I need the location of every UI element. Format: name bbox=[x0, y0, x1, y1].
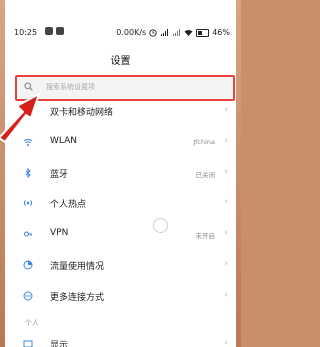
touch-indicator bbox=[153, 218, 168, 233]
settings-item-bluetooth[interactable]: 蓝牙 已关闭 › bbox=[5, 161, 236, 186]
wifi-icon bbox=[184, 29, 193, 36]
item-label: 显示 bbox=[50, 341, 69, 347]
settings-item-hotspot[interactable]: 个人热点 › bbox=[5, 191, 236, 216]
chevron-right-icon: › bbox=[224, 290, 228, 300]
item-value: 未开启 bbox=[195, 232, 216, 240]
battery-icon bbox=[196, 28, 210, 37]
item-label: VPN bbox=[50, 228, 69, 238]
vpn-icon bbox=[24, 231, 32, 237]
signal-icon bbox=[173, 28, 181, 36]
item-label: 流量使用情况 bbox=[50, 262, 105, 272]
search-input[interactable]: 搜索系统设置项 bbox=[15, 75, 235, 101]
battery-level: 46% bbox=[212, 28, 230, 37]
section-header-personal: 个人 bbox=[25, 319, 39, 327]
chevron-right-icon: › bbox=[224, 228, 228, 238]
chevron-right-icon: › bbox=[224, 105, 228, 115]
page-title: 设置 bbox=[110, 56, 131, 67]
chevron-right-icon: › bbox=[224, 338, 228, 347]
item-label: 个人热点 bbox=[50, 200, 87, 210]
item-value: Jfchina bbox=[193, 138, 215, 146]
item-value: 已关闭 bbox=[195, 171, 216, 179]
network-speed: 0.00K/s bbox=[116, 28, 147, 37]
item-label: 双卡和移动网络 bbox=[50, 108, 114, 118]
settings-item-data-usage[interactable]: 流量使用情况 › bbox=[5, 253, 236, 278]
red-arrow-annotation bbox=[0, 93, 40, 143]
signal-icon bbox=[161, 28, 169, 36]
data-usage-icon bbox=[23, 260, 33, 270]
hotspot-icon bbox=[23, 200, 33, 206]
chevron-right-icon: › bbox=[224, 136, 228, 146]
more-connections-icon bbox=[23, 291, 33, 301]
status-bar: 10:25 0.00K/s 46% bbox=[5, 24, 236, 42]
chevron-right-icon: › bbox=[224, 167, 228, 177]
settings-screen: 10:25 0.00K/s 46% 设置 搜索系统设置项 双卡和移动网络 › W… bbox=[5, 0, 236, 347]
status-notification-icons bbox=[45, 27, 64, 35]
item-label: 蓝牙 bbox=[50, 170, 69, 180]
search-placeholder: 搜索系统设置项 bbox=[46, 83, 95, 91]
item-label: WLAN bbox=[50, 136, 78, 146]
display-icon bbox=[23, 340, 33, 347]
chevron-right-icon: › bbox=[224, 197, 228, 207]
device-frame-right bbox=[236, 0, 241, 347]
settings-item-vpn[interactable]: VPN 未开启 › bbox=[5, 222, 236, 247]
notification-icon bbox=[45, 27, 53, 35]
notification-icon bbox=[56, 27, 64, 35]
settings-item-display[interactable]: 显示 › bbox=[5, 332, 236, 347]
status-time: 10:25 bbox=[14, 28, 38, 37]
bluetooth-icon bbox=[25, 168, 31, 178]
item-label: 更多连接方式 bbox=[50, 293, 105, 303]
settings-item-more-connections[interactable]: 更多连接方式 › bbox=[5, 284, 236, 309]
clock-icon bbox=[149, 28, 157, 37]
chevron-right-icon: › bbox=[224, 259, 228, 269]
status-right-group: 0.00K/s 46% bbox=[116, 28, 230, 37]
